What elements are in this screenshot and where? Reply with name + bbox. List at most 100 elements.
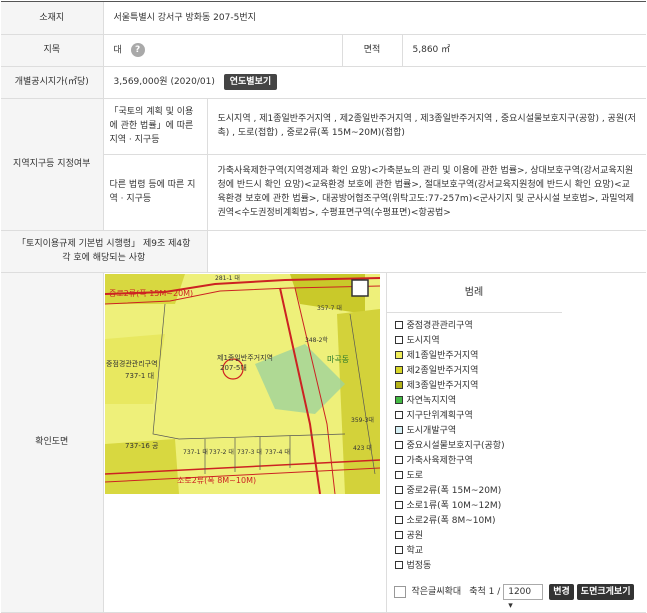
legend-swatch xyxy=(394,455,403,464)
official-price-value: 3,569,000원 (2020/01) xyxy=(113,77,215,87)
legend-swatch xyxy=(394,320,403,329)
fullscreen-icon[interactable] xyxy=(350,278,369,297)
map-legend: 범례 중점경관관리구역도시지역제1종일반주거지역제2종일반주거지역제3종일반주거… xyxy=(385,272,562,613)
map-lot-b1: 737-1 대 xyxy=(183,448,208,456)
legend-item: 가축사육제한구역 xyxy=(394,454,562,469)
legend-swatch xyxy=(394,350,403,359)
legend-item: 중요시설물보호지구(공항) xyxy=(394,439,562,454)
map-road-top-label: 중로2류(폭 15M~20M) xyxy=(109,289,193,298)
location-label: 소재지 xyxy=(1,2,104,35)
legend-label: 가축사육제한구역 xyxy=(406,455,473,466)
legend-label: 소로1류(폭 10M~12M) xyxy=(406,500,502,511)
map-lot-left2: 737-16 공 xyxy=(125,442,159,450)
font-enlarge-checkbox[interactable] xyxy=(393,585,406,598)
legend-item: 도로 xyxy=(394,469,562,484)
legend-label: 학교 xyxy=(406,545,424,556)
map-lot-mid: 348-2학 xyxy=(305,336,328,344)
map-lot-top: 281-1 대 xyxy=(215,274,240,282)
zone-label: 지역지구등 지정여부 xyxy=(1,98,104,231)
location-value: 서울특별시 강서구 방화동 207-5번지 xyxy=(103,2,646,35)
legend-item: 지구단위계획구역 xyxy=(394,409,562,424)
legend-label: 법정동 xyxy=(406,560,432,571)
map-section-cell: 중로2류(폭 15M~20M) 소로2류(폭 8M~10M) 중점경관관리구역 … xyxy=(103,272,646,613)
legend-swatch xyxy=(394,410,403,419)
area-value: 5,860 ㎡ xyxy=(402,34,646,67)
legend-swatch xyxy=(394,425,403,434)
scale-value: 1200 xyxy=(508,586,532,597)
regulation-value xyxy=(207,230,646,273)
legend-label: 도시지역 xyxy=(406,335,440,346)
land-category-cell: 대 ? xyxy=(103,34,343,67)
legend-swatch xyxy=(394,365,403,374)
legend-list: 중점경관관리구역도시지역제1종일반주거지역제2종일반주거지역제3종일반주거지역자… xyxy=(387,313,562,574)
legend-swatch xyxy=(394,560,403,569)
legend-label: 공원 xyxy=(406,530,424,541)
legend-item: 소로1류(폭 10M~12M) xyxy=(394,499,562,514)
enlarge-map-button[interactable]: 도면크게보기 xyxy=(576,583,635,600)
legend-item: 제3종일반주거지역 xyxy=(394,379,562,394)
map-zone-left-label: 중점경관관리구역 xyxy=(106,359,158,368)
map-road-bottom-label: 소로2류(폭 8M~10M) xyxy=(177,476,256,485)
legend-swatch xyxy=(394,485,403,494)
legend-label: 중점경관관리구역 xyxy=(406,320,473,331)
national-law-value: 도시지역 , 제1종일반주거지역 , 제2종일반주거지역 , 제3종일반주거지역… xyxy=(207,98,646,155)
legend-item: 법정동 xyxy=(394,559,562,574)
map-lot-r2: 359-3대 xyxy=(351,416,374,424)
legend-item: 자연녹지지역 xyxy=(394,394,562,409)
legend-swatch xyxy=(394,335,403,344)
official-price-cell: 3,569,000원 (2020/01) 연도별보기 xyxy=(103,66,646,99)
yearly-view-button[interactable]: 연도별보기 xyxy=(223,74,278,90)
map-zone-center-label: 제1종일반주거지역 xyxy=(217,353,273,362)
font-enlarge-label: 작은글씨확대 xyxy=(411,586,462,597)
chevron-down-icon: ▾ xyxy=(508,600,513,611)
legend-label: 중로2류(폭 15M~20M) xyxy=(406,485,502,496)
map-lot-r3: 423 대 xyxy=(353,444,372,452)
legend-item: 소로2류(폭 8M~10M) xyxy=(394,514,562,529)
area-label: 면적 xyxy=(342,34,403,67)
legend-label: 제1종일반주거지역 xyxy=(406,350,479,361)
cadastral-map[interactable]: 중로2류(폭 15M~20M) 소로2류(폭 8M~10M) 중점경관관리구역 … xyxy=(104,273,380,494)
legend-swatch xyxy=(394,470,403,479)
legend-label: 중요시설물보호지구(공항) xyxy=(406,440,505,451)
change-scale-button[interactable]: 변경 xyxy=(549,583,574,600)
legend-label: 도시개발구역 xyxy=(406,425,457,436)
map-lot-b4: 737-4 대 xyxy=(265,448,290,456)
other-law-label: 다른 법령 등에 따른 지역 · 지구등 xyxy=(103,154,208,231)
legend-title: 범례 xyxy=(386,273,562,313)
legend-label: 지구단위계획구역 xyxy=(406,410,473,421)
legend-item: 도시개발구역 xyxy=(394,424,562,439)
legend-swatch xyxy=(394,500,403,509)
legend-swatch xyxy=(394,395,403,404)
legend-label: 자연녹지지역 xyxy=(406,395,457,406)
land-info-table: 소재지 서울특별시 강서구 방화동 207-5번지 지목 대 ? 면적 5,86… xyxy=(1,2,646,613)
land-category-value: 대 xyxy=(113,45,122,56)
map-lot-b2: 737-2 대 xyxy=(209,448,234,456)
scale-label: 축척 1 / xyxy=(469,586,501,597)
legend-item: 공원 xyxy=(394,529,562,544)
help-icon[interactable]: ? xyxy=(130,42,145,57)
legend-swatch xyxy=(394,380,403,389)
map-graphic: 중로2류(폭 15M~20M) 소로2류(폭 8M~10M) 중점경관관리구역 … xyxy=(104,273,380,494)
land-use-info-panel: 소재지 서울특별시 강서구 방화동 207-5번지 지목 대 ? 면적 5,86… xyxy=(1,1,646,613)
legend-swatch xyxy=(394,545,403,554)
legend-item: 도시지역 xyxy=(394,334,562,349)
map-lot-r1: 357-7 대 xyxy=(317,304,342,312)
legend-item: 중로2류(폭 15M~20M) xyxy=(394,484,562,499)
legend-item: 중점경관관리구역 xyxy=(394,319,562,334)
map-section-label: 확인도면 xyxy=(1,272,104,613)
map-dong-label: 마곡동 xyxy=(327,355,349,364)
legend-label: 도로 xyxy=(406,470,424,481)
official-price-label: 개별공시지가(㎡당) xyxy=(1,66,104,99)
legend-item: 제1종일반주거지역 xyxy=(394,349,562,364)
map-toolbar: 작은글씨확대 축척 1 / 1200 ▾ 변경 도면크게보기 xyxy=(386,581,644,611)
map-lot-b3: 737-3 대 xyxy=(237,448,262,456)
legend-label: 제3종일반주거지역 xyxy=(406,380,479,391)
legend-label: 제2종일반주거지역 xyxy=(406,365,479,376)
regulation-label: 「토지이용규제 기본법 시행령」 제9조 제4항 각 호에 해당되는 사항 xyxy=(1,230,208,273)
legend-label: 소로2류(폭 8M~10M) xyxy=(406,515,496,526)
other-law-value: 가축사육제한구역(지역경제과 확인 요망)<가축분뇨의 관리 및 이용에 관한 … xyxy=(207,154,646,231)
scale-select[interactable]: 1200 ▾ xyxy=(503,583,544,611)
map-lot-left: 737-1 대 xyxy=(125,372,154,380)
legend-swatch xyxy=(394,515,403,524)
legend-item: 학교 xyxy=(394,544,562,559)
